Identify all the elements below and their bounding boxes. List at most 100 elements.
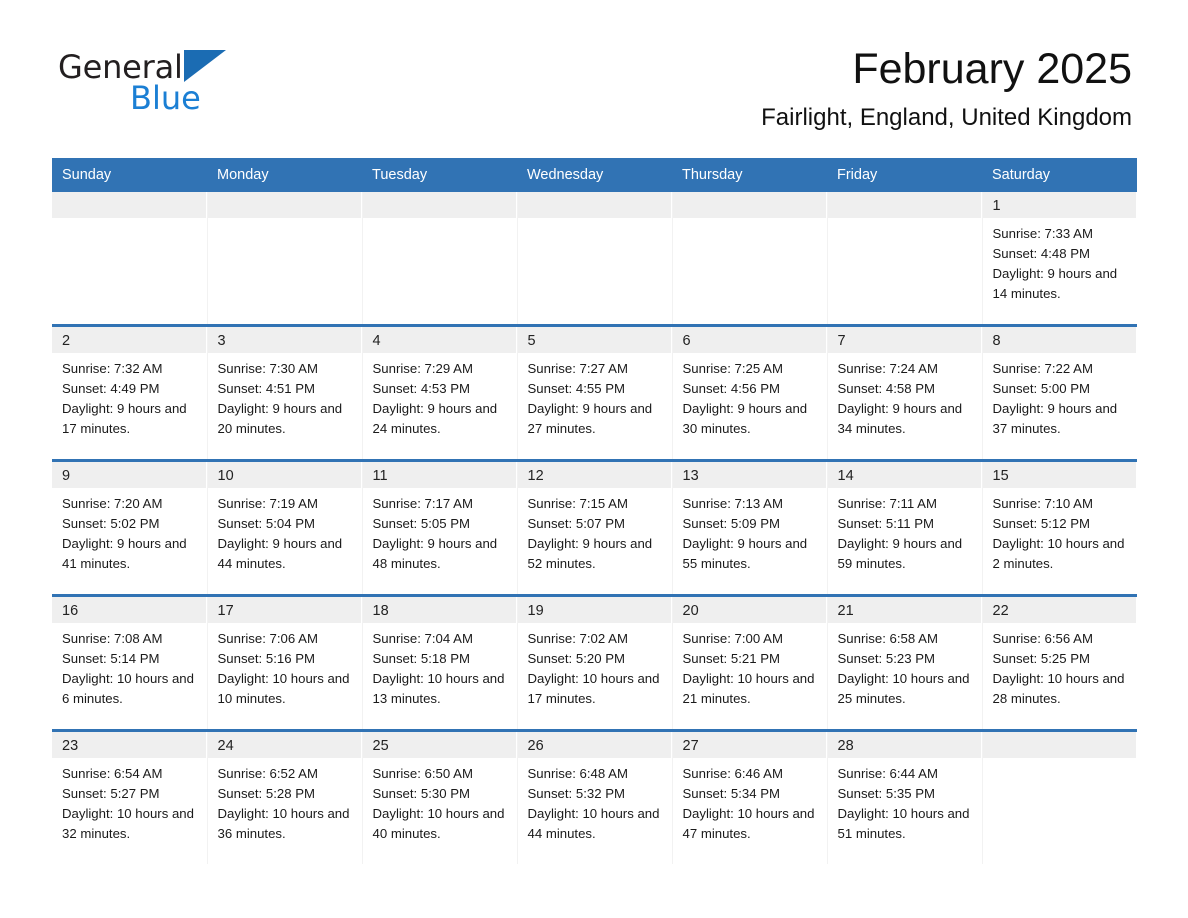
calendar-day-cell[interactable]: 4 Sunrise: 7:29 AM Sunset: 4:53 PM Daylight… <box>361 324 517 461</box>
brand-name-blue: Blue <box>130 79 201 117</box>
page-title: February 2025 <box>852 45 1132 93</box>
day-sun-info: Sunrise: 7:15 AM Sunset: 5:07 PM Daylight:… <box>518 488 672 574</box>
day-sun-info: Sunrise: 7:25 AM Sunset: 4:56 PM Daylight:… <box>673 353 827 439</box>
sunset-text: Sunset: 5:07 PM <box>527 516 626 531</box>
daylight-text: Daylight: 10 hours and 13 minutes. <box>372 671 505 706</box>
calendar-day-cell[interactable] <box>516 192 672 326</box>
daylight-text: Daylight: 9 hours and 34 minutes. <box>837 401 963 436</box>
sunset-text: Sunset: 5:32 PM <box>527 786 626 801</box>
calendar-day: 6 Sunrise: 7:25 AM Sunset: 4:56 PM Daylight… <box>672 327 827 459</box>
calendar-day-cell[interactable]: 10 Sunrise: 7:19 AM Sunset: 5:04 PM Dayligh… <box>206 459 362 596</box>
sunrise-text: Sunrise: 7:33 AM <box>992 226 1093 241</box>
calendar-day-cell[interactable] <box>671 192 827 326</box>
daylight-text: Daylight: 10 hours and 51 minutes. <box>837 806 970 841</box>
calendar-day-cell[interactable]: 14 Sunrise: 7:11 AM Sunset: 5:11 PM Dayligh… <box>826 459 982 596</box>
calendar-day: 24 Sunrise: 6:52 AM Sunset: 5:28 PM Dayligh… <box>207 732 362 864</box>
calendar-day-cell[interactable] <box>826 192 982 326</box>
calendar-day-empty <box>982 732 1137 864</box>
day-sun-info: Sunrise: 7:27 AM Sunset: 4:55 PM Daylight:… <box>518 353 672 439</box>
daylight-text: Daylight: 10 hours and 47 minutes. <box>682 806 815 841</box>
sunrise-text: Sunrise: 7:11 AM <box>837 496 937 511</box>
weekday-header-monday: Monday <box>207 158 362 192</box>
calendar-day-cell[interactable]: 17 Sunrise: 7:06 AM Sunset: 5:16 PM Dayligh… <box>206 594 362 731</box>
calendar-day-cell[interactable]: 24 Sunrise: 6:52 AM Sunset: 5:28 PM Dayligh… <box>206 729 362 864</box>
calendar-day-cell[interactable]: 11 Sunrise: 7:17 AM Sunset: 5:05 PM Dayligh… <box>361 459 517 596</box>
day-sun-info: Sunrise: 7:02 AM Sunset: 5:20 PM Daylight:… <box>518 623 672 709</box>
sunrise-text: Sunrise: 6:44 AM <box>837 766 938 781</box>
calendar-day-empty <box>362 192 517 324</box>
calendar-day-cell[interactable]: 8 Sunrise: 7:22 AM Sunset: 5:00 PM Daylight… <box>981 324 1137 461</box>
day-sun-info: Sunrise: 7:24 AM Sunset: 4:58 PM Daylight:… <box>828 353 982 439</box>
calendar-day-cell[interactable] <box>981 729 1137 864</box>
calendar-day-cell[interactable]: 27 Sunrise: 6:46 AM Sunset: 5:34 PM Dayligh… <box>671 729 827 864</box>
daylight-text: Daylight: 10 hours and 36 minutes. <box>217 806 350 841</box>
day-number: 3 <box>207 327 362 353</box>
sunrise-text: Sunrise: 7:20 AM <box>62 496 163 511</box>
sunrise-text: Sunrise: 7:15 AM <box>527 496 628 511</box>
day-sun-info: Sunrise: 7:32 AM Sunset: 4:49 PM Daylight:… <box>52 353 207 439</box>
calendar-day-cell[interactable]: 26 Sunrise: 6:48 AM Sunset: 5:32 PM Dayligh… <box>516 729 672 864</box>
calendar-day-cell[interactable] <box>361 192 517 326</box>
calendar-day-cell[interactable]: 15 Sunrise: 7:10 AM Sunset: 5:12 PM Dayligh… <box>981 459 1138 596</box>
daylight-text: Daylight: 10 hours and 17 minutes. <box>527 671 660 706</box>
sunrise-text: Sunrise: 7:17 AM <box>372 496 473 511</box>
calendar-day-cell[interactable]: 5 Sunrise: 7:27 AM Sunset: 4:55 PM Daylight… <box>516 324 672 461</box>
calendar-day-cell[interactable]: 7 Sunrise: 7:24 AM Sunset: 4:58 PM Daylight… <box>826 324 982 461</box>
sunset-text: Sunset: 4:49 PM <box>62 381 160 396</box>
calendar-day-cell[interactable]: 12 Sunrise: 7:15 AM Sunset: 5:07 PM Dayligh… <box>516 459 672 596</box>
day-number: 24 <box>207 732 362 758</box>
sunset-text: Sunset: 5:27 PM <box>62 786 160 801</box>
daylight-text: Daylight: 10 hours and 25 minutes. <box>837 671 970 706</box>
sunset-text: Sunset: 4:53 PM <box>372 381 471 396</box>
calendar-day-cell[interactable]: 23 Sunrise: 6:54 AM Sunset: 5:27 PM Dayligh… <box>52 729 207 864</box>
calendar-day: 11 Sunrise: 7:17 AM Sunset: 5:05 PM Dayligh… <box>362 462 517 594</box>
calendar-day-cell[interactable]: 3 Sunrise: 7:30 AM Sunset: 4:51 PM Daylight… <box>206 324 362 461</box>
weekday-header-saturday: Saturday <box>982 158 1137 192</box>
calendar-day-cell[interactable]: 2 Sunrise: 7:32 AM Sunset: 4:49 PM Daylight… <box>52 324 207 461</box>
calendar-day: 4 Sunrise: 7:29 AM Sunset: 4:53 PM Daylight… <box>362 327 517 459</box>
sunrise-text: Sunrise: 7:24 AM <box>837 361 938 376</box>
sunrise-text: Sunrise: 7:22 AM <box>992 361 1093 376</box>
calendar-day-empty <box>672 192 827 324</box>
day-sun-info: Sunrise: 7:10 AM Sunset: 5:12 PM Daylight:… <box>983 488 1138 574</box>
calendar-day-cell[interactable]: 13 Sunrise: 7:13 AM Sunset: 5:09 PM Dayligh… <box>671 459 827 596</box>
day-number: 21 <box>827 597 982 623</box>
triangle-logo-icon <box>183 50 226 82</box>
calendar-day: 27 Sunrise: 6:46 AM Sunset: 5:34 PM Dayligh… <box>672 732 827 864</box>
calendar-day-cell[interactable] <box>52 192 207 326</box>
calendar-day-cell[interactable]: 16 Sunrise: 7:08 AM Sunset: 5:14 PM Dayligh… <box>52 594 207 731</box>
calendar-day-cell[interactable]: 28 Sunrise: 6:44 AM Sunset: 5:35 PM Dayligh… <box>826 729 982 864</box>
calendar-day-cell[interactable] <box>206 192 362 326</box>
weekday-header-thursday: Thursday <box>672 158 827 192</box>
calendar-day-empty <box>52 192 207 324</box>
day-number: 17 <box>207 597 362 623</box>
calendar-day-empty <box>207 192 362 324</box>
sunrise-text: Sunrise: 7:04 AM <box>372 631 473 646</box>
calendar-day-cell[interactable]: 25 Sunrise: 6:50 AM Sunset: 5:30 PM Dayligh… <box>361 729 517 864</box>
brand-logo[interactable]: General Blue <box>58 50 258 122</box>
day-sun-info: Sunrise: 6:56 AM Sunset: 5:25 PM Daylight:… <box>983 623 1138 709</box>
daylight-text: Daylight: 9 hours and 14 minutes. <box>992 266 1118 301</box>
calendar-day-cell[interactable]: 19 Sunrise: 7:02 AM Sunset: 5:20 PM Dayligh… <box>516 594 672 731</box>
sunrise-text: Sunrise: 7:25 AM <box>682 361 783 376</box>
sunset-text: Sunset: 5:35 PM <box>837 786 936 801</box>
calendar-day-cell[interactable]: 18 Sunrise: 7:04 AM Sunset: 5:18 PM Dayligh… <box>361 594 517 731</box>
day-sun-info: Sunrise: 7:17 AM Sunset: 5:05 PM Daylight:… <box>363 488 517 574</box>
weekday-header-wednesday: Wednesday <box>517 158 672 192</box>
calendar-day: 3 Sunrise: 7:30 AM Sunset: 4:51 PM Daylight… <box>207 327 362 459</box>
calendar-day-cell[interactable]: 22 Sunrise: 6:56 AM Sunset: 5:25 PM Dayligh… <box>981 594 1138 731</box>
sunrise-text: Sunrise: 6:48 AM <box>527 766 628 781</box>
sunrise-text: Sunrise: 6:54 AM <box>62 766 163 781</box>
calendar-day-cell[interactable]: 21 Sunrise: 6:58 AM Sunset: 5:23 PM Dayligh… <box>826 594 982 731</box>
calendar-day-cell[interactable]: 9 Sunrise: 7:20 AM Sunset: 5:02 PM Daylight… <box>52 459 207 596</box>
day-number: 12 <box>517 462 672 488</box>
calendar-day-cell[interactable]: 1 Sunrise: 7:33 AM Sunset: 4:48 PM Daylight… <box>981 192 1137 326</box>
calendar-week-row: 9 Sunrise: 7:20 AM Sunset: 5:02 PM Daylight… <box>52 459 1138 596</box>
calendar-day-cell[interactable]: 6 Sunrise: 7:25 AM Sunset: 4:56 PM Daylight… <box>671 324 827 461</box>
calendar-day-cell[interactable]: 20 Sunrise: 7:00 AM Sunset: 5:21 PM Dayligh… <box>671 594 827 731</box>
day-sun-info: Sunrise: 7:08 AM Sunset: 5:14 PM Daylight:… <box>52 623 207 709</box>
sunset-text: Sunset: 5:02 PM <box>62 516 160 531</box>
day-number: 22 <box>982 597 1137 623</box>
daylight-text: Daylight: 9 hours and 55 minutes. <box>682 536 808 571</box>
sunset-text: Sunset: 4:55 PM <box>527 381 626 396</box>
